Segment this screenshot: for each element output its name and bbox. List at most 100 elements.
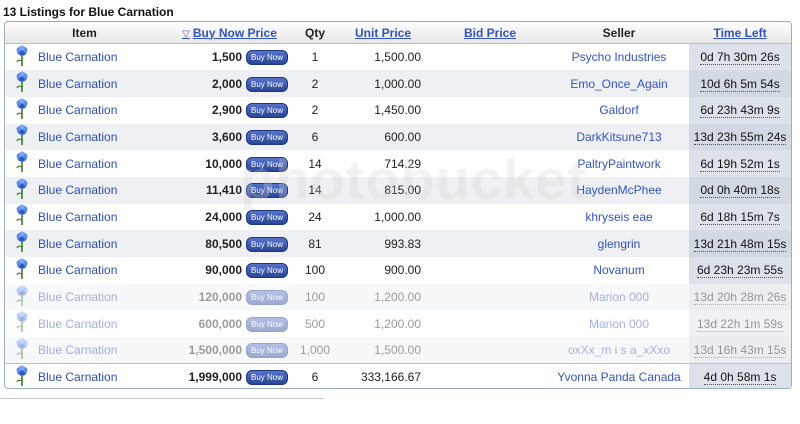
buy-now-price: 1,999,000 <box>188 370 242 385</box>
buy-now-price: 2,000 <box>211 76 242 91</box>
seller-name[interactable]: Yvonna Panda Canada <box>549 364 689 388</box>
buy-now-price: 2,900 <box>211 103 242 118</box>
qty: 2 <box>311 76 319 91</box>
seller-name[interactable]: oxXx_m i s a_xXxo <box>549 337 689 364</box>
item-link[interactable]: Blue Carnation <box>38 183 117 197</box>
seller-name[interactable]: PaltryPaintwork <box>549 150 689 177</box>
seller-name[interactable]: Galdorf <box>549 97 689 124</box>
time-left: 13d 21h 48m 15s <box>689 230 791 257</box>
item-link[interactable]: Blue Carnation <box>38 130 117 144</box>
buy-now-price: 80,500 <box>205 236 242 251</box>
time-left: 13d 16h 43m 15s <box>689 337 791 364</box>
buy-now-price: 11,410 <box>205 183 242 198</box>
time-left: 6d 23h 43m 9s <box>689 96 791 124</box>
unit-price: 1,500.00 <box>374 50 422 65</box>
seller-name[interactable]: khryseis eae <box>549 204 689 231</box>
buy-now-button[interactable]: Buy Now <box>246 50 289 66</box>
blue-carnation-flower-icon <box>5 124 38 151</box>
header-qty: Qty <box>295 22 336 44</box>
buy-now-button[interactable]: Buy Now <box>246 370 289 386</box>
table-row: Blue Carnation 1,500 Buy Now 1 1,500.00 … <box>5 43 791 71</box>
listings-table: Item ▽ Buy Now Price Qty Unit Price Bid P… <box>5 22 791 388</box>
unit-price: 714.29 <box>384 156 422 171</box>
buy-now-price: 600,000 <box>198 316 242 331</box>
buy-now-button[interactable]: Buy Now <box>246 263 289 279</box>
blue-carnation-flower-icon <box>5 97 38 124</box>
buy-now-button[interactable]: Buy Now <box>246 209 289 225</box>
buy-now-button[interactable]: Buy Now <box>246 76 289 92</box>
listings-body: Blue Carnation 1,500 Buy Now 1 1,500.00 … <box>5 43 791 388</box>
time-left: 0d 0h 40m 18s <box>689 176 791 204</box>
buy-now-button[interactable]: Buy Now <box>246 156 289 172</box>
bid-price <box>431 70 549 97</box>
item-link[interactable]: Blue Carnation <box>38 237 117 251</box>
seller-name[interactable]: DarkKitsune713 <box>549 124 689 151</box>
blue-carnation-flower-icon <box>5 310 38 337</box>
unit-price: 1,500.00 <box>374 343 422 358</box>
item-link[interactable]: Blue Carnation <box>38 50 117 64</box>
table-row: Blue Carnation 24,000 Buy Now 24 1,000.0… <box>5 203 791 231</box>
qty: 6 <box>311 370 319 385</box>
buy-now-price: 1,500,000 <box>188 343 242 358</box>
item-link[interactable]: Blue Carnation <box>38 290 117 304</box>
item-link[interactable]: Blue Carnation <box>38 77 117 91</box>
time-left: 6d 19h 52m 1s <box>689 150 791 177</box>
qty: 100 <box>305 263 326 278</box>
buy-now-price: 3,600 <box>211 129 242 144</box>
qty: 100 <box>305 290 326 305</box>
table-row: Blue Carnation 120,000 Buy Now 100 1,200… <box>5 283 791 311</box>
qty: 500 <box>305 316 326 331</box>
seller-name[interactable]: HaydenMcPhee <box>549 177 689 204</box>
bid-price <box>431 97 549 124</box>
blue-carnation-flower-icon <box>5 204 38 231</box>
seller-name[interactable]: Novanum <box>549 257 689 284</box>
seller-name[interactable]: Marion 000 <box>549 310 689 337</box>
table-row: Blue Carnation 2,900 Buy Now 2 1,450.00 … <box>5 96 791 124</box>
buy-now-button[interactable]: Buy Now <box>246 129 289 145</box>
item-link[interactable]: Blue Carnation <box>38 370 117 384</box>
item-link[interactable]: Blue Carnation <box>38 157 117 171</box>
buy-now-button[interactable]: Buy Now <box>246 343 289 359</box>
blue-carnation-flower-icon <box>5 257 38 284</box>
item-link[interactable]: Blue Carnation <box>38 103 117 117</box>
item-link[interactable]: Blue Carnation <box>38 263 117 277</box>
seller-name[interactable]: glengrin <box>549 230 689 257</box>
item-link[interactable]: Blue Carnation <box>38 317 117 331</box>
header-bid-price[interactable]: Bid Price <box>431 22 550 44</box>
item-link[interactable]: Blue Carnation <box>38 210 117 224</box>
table-header-row: Item ▽ Buy Now Price Qty Unit Price Bid P… <box>5 22 791 44</box>
bid-price <box>431 337 549 364</box>
bid-price <box>431 124 549 151</box>
buy-now-button[interactable]: Buy Now <box>246 290 289 306</box>
buy-now-button[interactable]: Buy Now <box>246 316 289 332</box>
blue-carnation-flower-icon <box>5 230 38 257</box>
bid-price <box>431 230 549 257</box>
time-left: 10d 6h 5m 54s <box>689 70 791 97</box>
bid-price <box>431 150 549 177</box>
bid-price <box>431 364 549 388</box>
buy-now-button[interactable]: Buy Now <box>246 236 289 252</box>
table-row: Blue Carnation 11,410 Buy Now 14 815.00 … <box>5 176 791 204</box>
bid-price <box>431 284 549 311</box>
buy-now-button[interactable]: Buy Now <box>246 183 289 199</box>
header-time-left[interactable]: Time Left <box>689 22 791 44</box>
unit-price: 1,000.00 <box>374 209 422 224</box>
header-buy-now-price[interactable]: ▽ Buy Now Price <box>164 22 296 44</box>
time-left: 13d 20h 28m 26s <box>689 283 791 311</box>
seller-name[interactable]: Marion 000 <box>549 284 689 311</box>
header-unit-price[interactable]: Unit Price <box>335 22 432 44</box>
seller-name[interactable]: Emo_Once_Again <box>549 70 689 97</box>
time-left: 6d 23h 23m 55s <box>689 257 791 284</box>
time-left: 6d 18h 15m 7s <box>689 203 791 231</box>
blue-carnation-flower-icon <box>5 177 38 204</box>
qty: 81 <box>308 236 322 251</box>
seller-name[interactable]: Psycho Industries <box>549 44 689 71</box>
table-row: Blue Carnation 1,500,000 Buy Now 1,000 1… <box>5 337 791 364</box>
blue-carnation-flower-icon <box>5 150 38 177</box>
buy-now-price: 1,500 <box>211 50 242 65</box>
buy-now-button[interactable]: Buy Now <box>246 103 289 119</box>
bid-price <box>431 310 549 337</box>
buy-now-price: 10,000 <box>205 156 242 171</box>
unit-price: 1,000.00 <box>374 76 422 91</box>
item-link[interactable]: Blue Carnation <box>38 343 117 357</box>
